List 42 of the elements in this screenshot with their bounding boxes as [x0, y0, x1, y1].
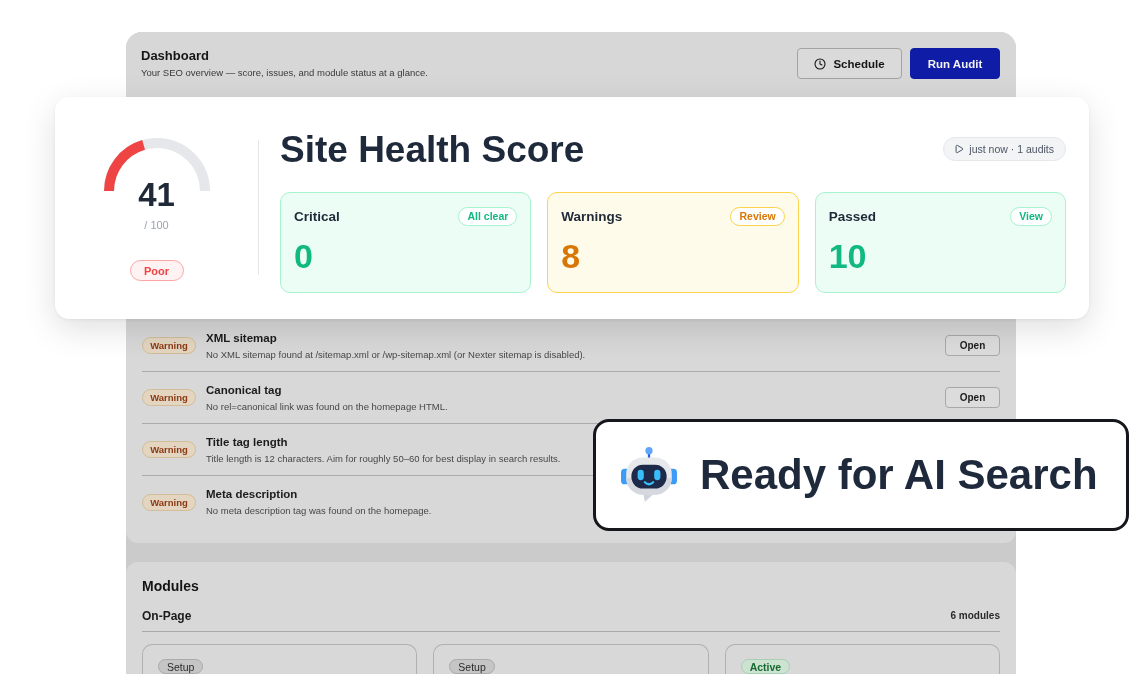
status-badge: Setup — [449, 659, 495, 674]
status-badge: Active — [740, 659, 791, 674]
stat-label: Warnings — [561, 208, 623, 224]
issue-title: XML sitemap — [206, 330, 277, 345]
open-button[interactable]: Open — [945, 387, 1000, 408]
issue-description: Title length is 12 characters. Aim for roughly 50–60 for best display in search results. — [206, 452, 561, 465]
issue-title: Title tag length — [206, 434, 288, 449]
open-button[interactable]: Open — [945, 335, 1000, 356]
severity-badge: Warning — [142, 337, 196, 354]
run-audit-button[interactable]: Run Audit — [910, 48, 1000, 79]
schedule-button[interactable]: Schedule — [797, 48, 902, 79]
last-audit-text: just now · 1 audits — [969, 143, 1054, 155]
status-badge: Setup — [158, 659, 204, 674]
clock-icon — [814, 57, 827, 70]
robot-icon — [620, 447, 678, 503]
stat-label: Passed — [828, 208, 876, 224]
module-card[interactable]: Setup — [433, 644, 709, 674]
rating-badge: Poor — [129, 260, 184, 281]
modules-title: Modules — [142, 577, 199, 595]
issue-description: No rel=canonical link was found on the homepage HTML. — [206, 400, 448, 413]
group-title: On-Page — [142, 608, 192, 624]
page-subtitle: Your SEO overview — score, issues, and module status at a glance. — [141, 66, 428, 79]
issue-title: Canonical tag — [206, 382, 282, 397]
severity-badge: Warning — [142, 493, 196, 511]
score-max: / 100 — [144, 218, 169, 232]
severity-badge: Warning — [142, 389, 196, 406]
severity-badge: Warning — [142, 441, 196, 458]
promo-text: Ready for AI Search — [700, 450, 1098, 500]
stat-value: 0 — [294, 237, 313, 275]
page-title: Dashboard — [141, 48, 209, 64]
issue-title: Meta description — [206, 487, 298, 501]
score-value: 41 — [138, 176, 175, 214]
module-count: 6 modules — [950, 609, 1000, 623]
stat-value: 10 — [828, 237, 867, 275]
module-card[interactable]: Active — [724, 644, 1000, 674]
issue-description: No XML sitemap found at /sitemap.xml or /wp-sitemap.xml (or Nexter sitemap is disabled). — [206, 348, 586, 361]
module-card[interactable]: Setup — [142, 644, 418, 674]
issue-description: No meta description tag was found on the homepage. — [206, 505, 432, 517]
play-icon — [954, 144, 965, 154]
stat-value: 8 — [561, 237, 581, 275]
health-title: Site Health Score — [280, 128, 585, 172]
stat-label: Critical — [294, 208, 340, 224]
